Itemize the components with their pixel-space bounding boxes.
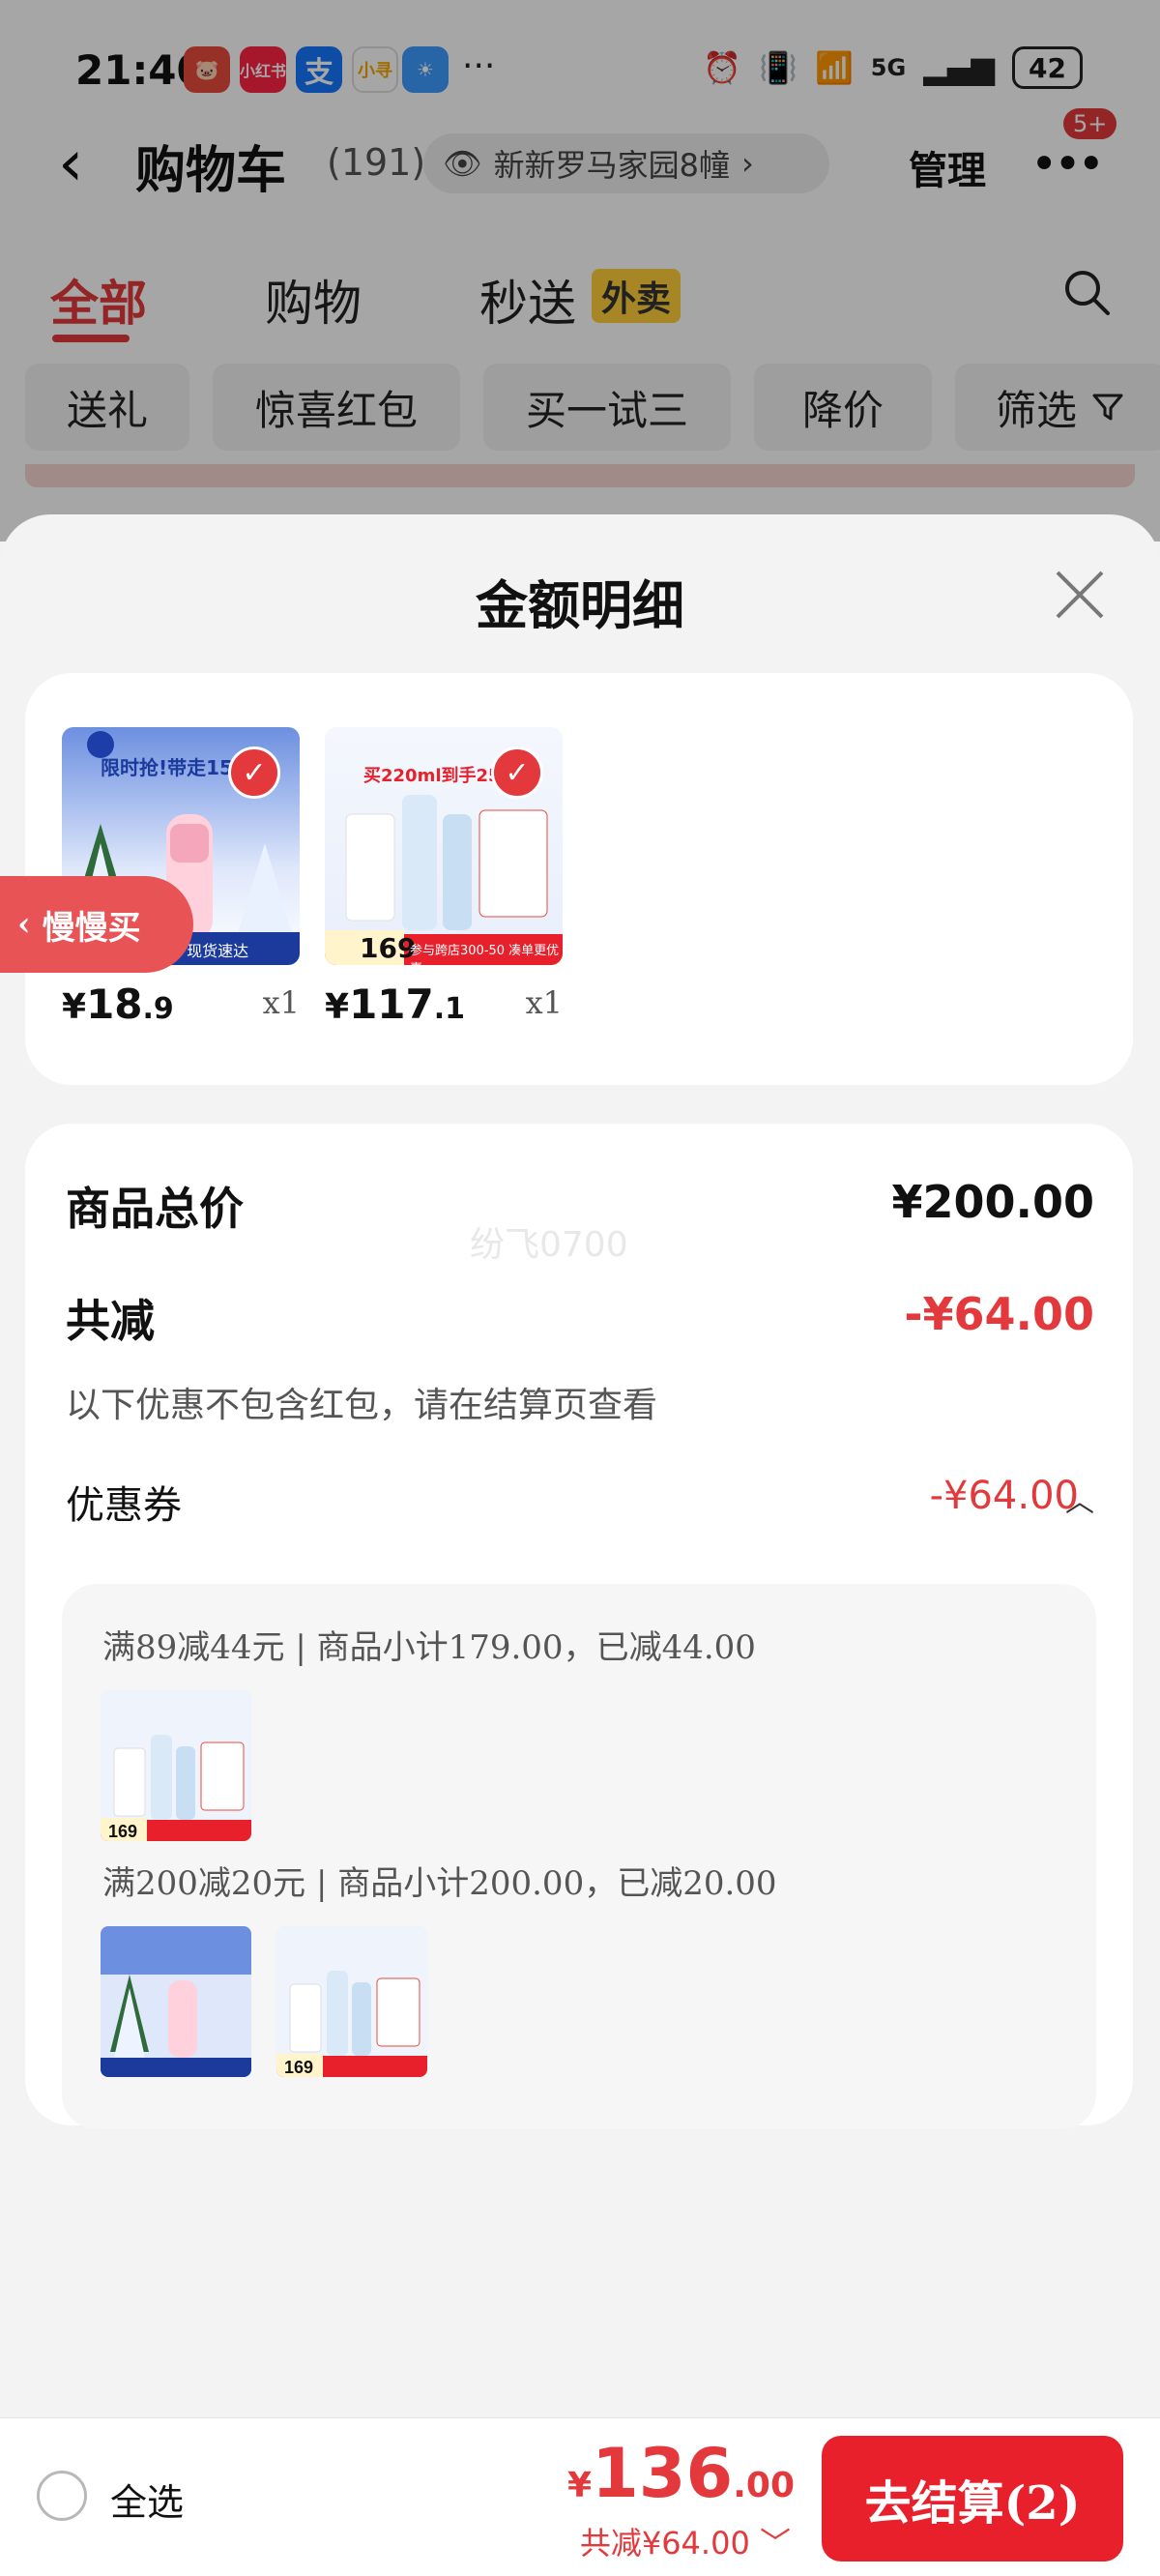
watermark: 纷飞0700: [470, 1225, 628, 1265]
chevron-up-icon[interactable]: ︿: [1065, 1478, 1094, 1520]
coupon-rule-2: 满200减20元 | 商品小计200.00，已减20.00: [102, 1864, 777, 1903]
checkout-button[interactable]: 去结算(2): [822, 2436, 1123, 2561]
total-reduce-value: -¥64.00: [904, 1288, 1094, 1340]
coupon-rule-1: 满89减44元 | 商品小计179.00，已减44.00: [102, 1628, 756, 1667]
chevron-down-icon: ﹀: [759, 2525, 791, 2561]
total-reduce-label: 共减: [66, 1295, 155, 1347]
selected-items-card: 限时抢!带走150g 即刻下单 现货速达 ✓ ¥18.9 x1 买: [25, 673, 1133, 1085]
coupon-product-thumb-nivea: [101, 1926, 251, 2077]
product-quantity: x1: [262, 984, 300, 1021]
product-image-ddg[interactable]: 买220ml到手255ml 169 参与跨店300-50 凑单更优惠 ✓: [325, 727, 563, 965]
coupon-value[interactable]: -¥64.00: [930, 1474, 1079, 1518]
product-image-price: 169: [360, 932, 417, 964]
amount-detail-sheet: 金额明细 限时抢!带走150g 即刻下单 现货速达 ✓: [0, 514, 1160, 2576]
coupon-product-thumb-ddg: 169: [276, 1926, 427, 2077]
product-item[interactable]: 买220ml到手255ml 169 参与跨店300-50 凑单更优惠 ✓ ¥11…: [325, 727, 563, 1028]
selected-check-icon[interactable]: ✓: [228, 746, 280, 799]
coupon-product-thumb-ddg: 169: [101, 1690, 251, 1841]
select-all-label[interactable]: 全选: [110, 2473, 184, 2526]
product-quantity: x1: [525, 984, 563, 1021]
modal-overlay[interactable]: [0, 0, 1160, 542]
total-price-label: 商品总价: [66, 1183, 244, 1235]
svg-text:169: 169: [108, 1822, 137, 1841]
coupon-detail-box: 满89减44元 | 商品小计179.00，已减44.00 169 满200减20…: [62, 1584, 1096, 2129]
discount-note: 以下优惠不包含红包，请在结算页查看: [66, 1386, 658, 1425]
total-saved-toggle[interactable]: 共减¥64.00 ﹀: [580, 2519, 791, 2563]
checkout-bar: 全选 ¥136.00 共减¥64.00 ﹀ 去结算(2): [0, 2417, 1160, 2576]
total-price-value: ¥200.00: [891, 1176, 1094, 1228]
product-image-footer: 参与跨店300-50 凑单更优惠: [410, 944, 560, 965]
svg-text:169: 169: [284, 2058, 313, 2077]
slow-buy-tag[interactable]: ‹ 慢慢买: [0, 876, 193, 973]
coupon-label[interactable]: 优惠券: [66, 1474, 182, 1530]
selected-check-icon[interactable]: ✓: [491, 746, 543, 799]
chevron-left-icon: ‹: [17, 905, 31, 944]
slow-buy-label: 慢慢买: [42, 908, 141, 948]
close-icon[interactable]: [1052, 567, 1108, 623]
price-breakdown-card: 商品总价 ¥200.00 纷飞0700 共减 -¥64.00 以下优惠不包含红包…: [25, 1124, 1133, 2129]
total-saved-text: 共减¥64.00: [579, 2525, 750, 2561]
payable-total: ¥136.00: [567, 2434, 795, 2513]
product-price: ¥117.1: [325, 981, 466, 1028]
select-all-checkbox[interactable]: [37, 2471, 87, 2521]
product-price: ¥18.9: [62, 981, 174, 1028]
sheet-title: 金额明细: [476, 574, 684, 636]
